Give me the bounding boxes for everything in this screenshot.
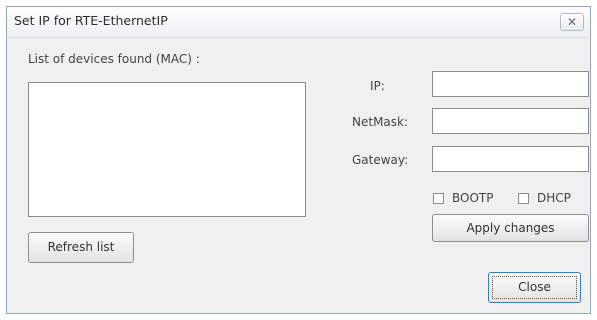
close-button[interactable]: Close [488, 272, 581, 303]
dialog-window: Set IP for RTE-EthernetIP ✕ List of devi… [6, 6, 591, 314]
ip-field[interactable] [432, 71, 589, 97]
refresh-list-button[interactable]: Refresh list [28, 232, 134, 263]
apply-changes-label: Apply changes [466, 221, 555, 235]
ip-label: IP: [370, 79, 385, 93]
title-bar[interactable]: Set IP for RTE-EthernetIP ✕ [7, 7, 590, 38]
apply-changes-button[interactable]: Apply changes [432, 214, 589, 242]
dhcp-label: DHCP [537, 191, 571, 205]
netmask-field[interactable] [432, 108, 589, 134]
netmask-label: NetMask: [352, 115, 409, 129]
window-title: Set IP for RTE-EthernetIP [14, 13, 168, 28]
dhcp-checkbox[interactable] [518, 193, 529, 204]
devices-listbox[interactable] [28, 82, 306, 217]
bootp-checkbox[interactable] [433, 193, 444, 204]
close-button-label: Close [518, 280, 551, 294]
gateway-label: Gateway: [352, 153, 409, 167]
bootp-label: BOOTP [452, 191, 494, 205]
refresh-list-label: Refresh list [47, 240, 115, 254]
devices-list-label: List of devices found (MAC) : [28, 52, 200, 66]
close-icon[interactable]: ✕ [560, 13, 584, 31]
gateway-field[interactable] [432, 146, 589, 172]
